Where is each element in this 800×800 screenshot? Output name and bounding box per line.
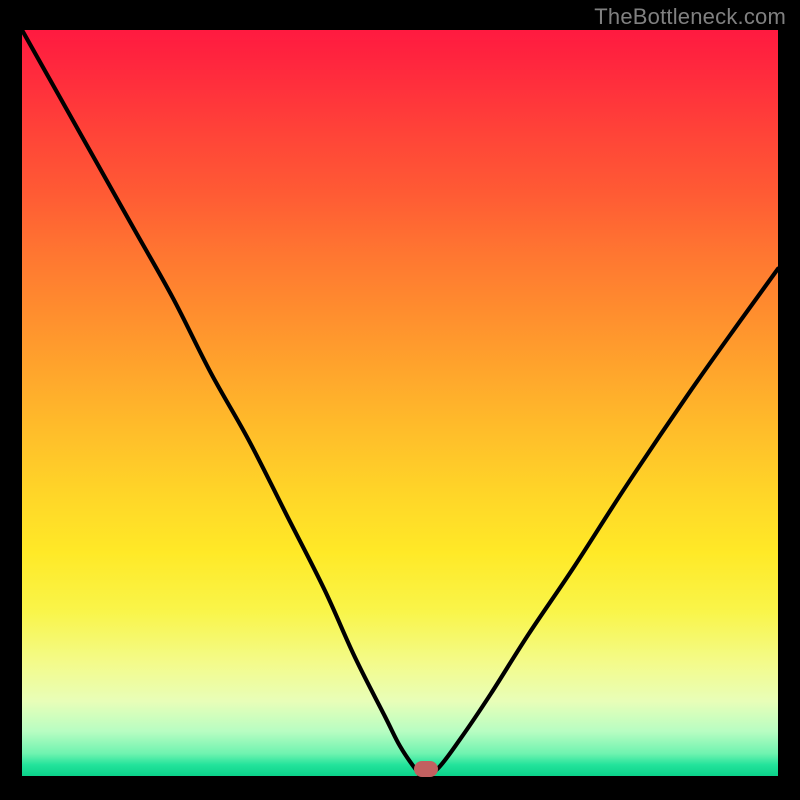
curve-svg — [22, 30, 778, 776]
minimum-marker — [414, 761, 438, 777]
chart-frame: TheBottleneck.com — [0, 0, 800, 800]
watermark-text: TheBottleneck.com — [594, 4, 786, 30]
plot-area — [22, 30, 778, 776]
curve-path — [22, 30, 778, 776]
